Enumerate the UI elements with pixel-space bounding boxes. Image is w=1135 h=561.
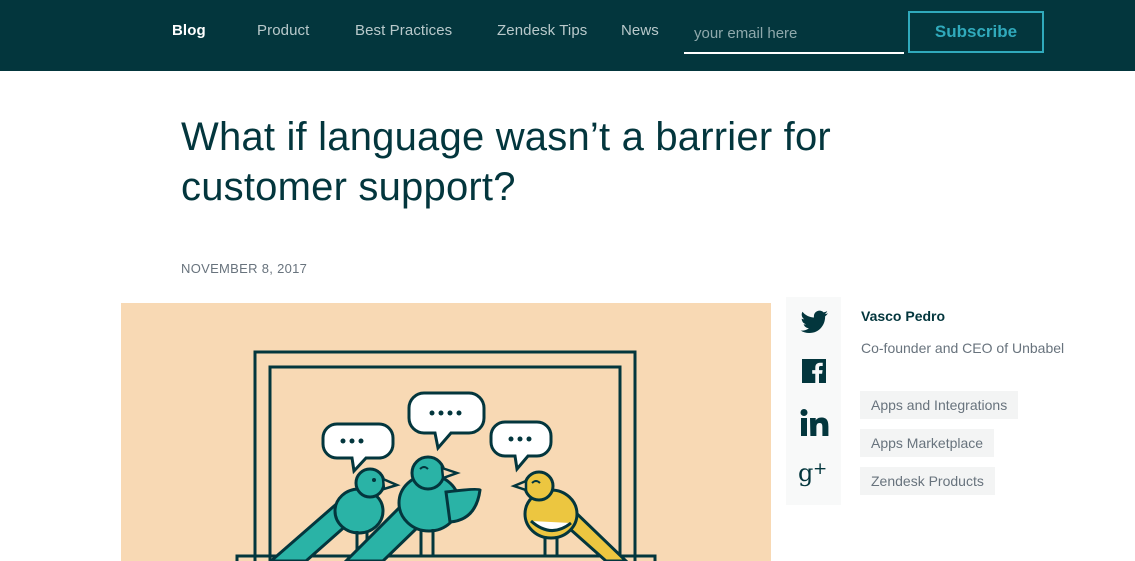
article-date: NOVEMBER 8, 2017 [181, 261, 308, 276]
top-navigation-bar: Blog Product Best Practices Zendesk Tips… [0, 0, 1135, 71]
nav-item-best-practices[interactable]: Best Practices [355, 22, 452, 40]
tag-apps-and-integrations[interactable]: Apps and Integrations [860, 391, 1019, 419]
author-name[interactable]: Vasco Pedro [861, 308, 945, 324]
birds-illustration [235, 350, 657, 561]
article-title: What if language wasn’t a barrier for cu… [181, 115, 831, 209]
email-input[interactable] [684, 14, 904, 54]
author-role: Co-founder and CEO of Unbabel [861, 340, 1065, 356]
yellow-bird-right [510, 470, 629, 561]
speech-bubble-center [407, 391, 486, 452]
tag-zendesk-products[interactable]: Zendesk Products [860, 467, 995, 495]
speech-bubble-right [489, 420, 553, 473]
hero-illustration [121, 303, 771, 561]
facebook-icon[interactable] [798, 355, 830, 387]
nav-item-product[interactable]: Product [257, 22, 309, 40]
tag-apps-marketplace[interactable]: Apps Marketplace [860, 429, 995, 457]
nav-item-zendesk-tips[interactable]: Zendesk Tips [497, 22, 587, 40]
google-plus-icon[interactable]: g + [798, 457, 830, 489]
nav-item-blog[interactable]: Blog [172, 22, 206, 40]
twitter-icon[interactable] [798, 305, 830, 337]
linkedin-icon[interactable] [798, 407, 830, 439]
speech-bubble-left [321, 422, 395, 475]
social-share-bar: g + [786, 297, 841, 505]
subscribe-button[interactable]: Subscribe [908, 11, 1044, 53]
nav-item-news[interactable]: News [621, 22, 659, 40]
svg-text:+: + [813, 459, 827, 479]
svg-text:g: g [798, 459, 813, 487]
